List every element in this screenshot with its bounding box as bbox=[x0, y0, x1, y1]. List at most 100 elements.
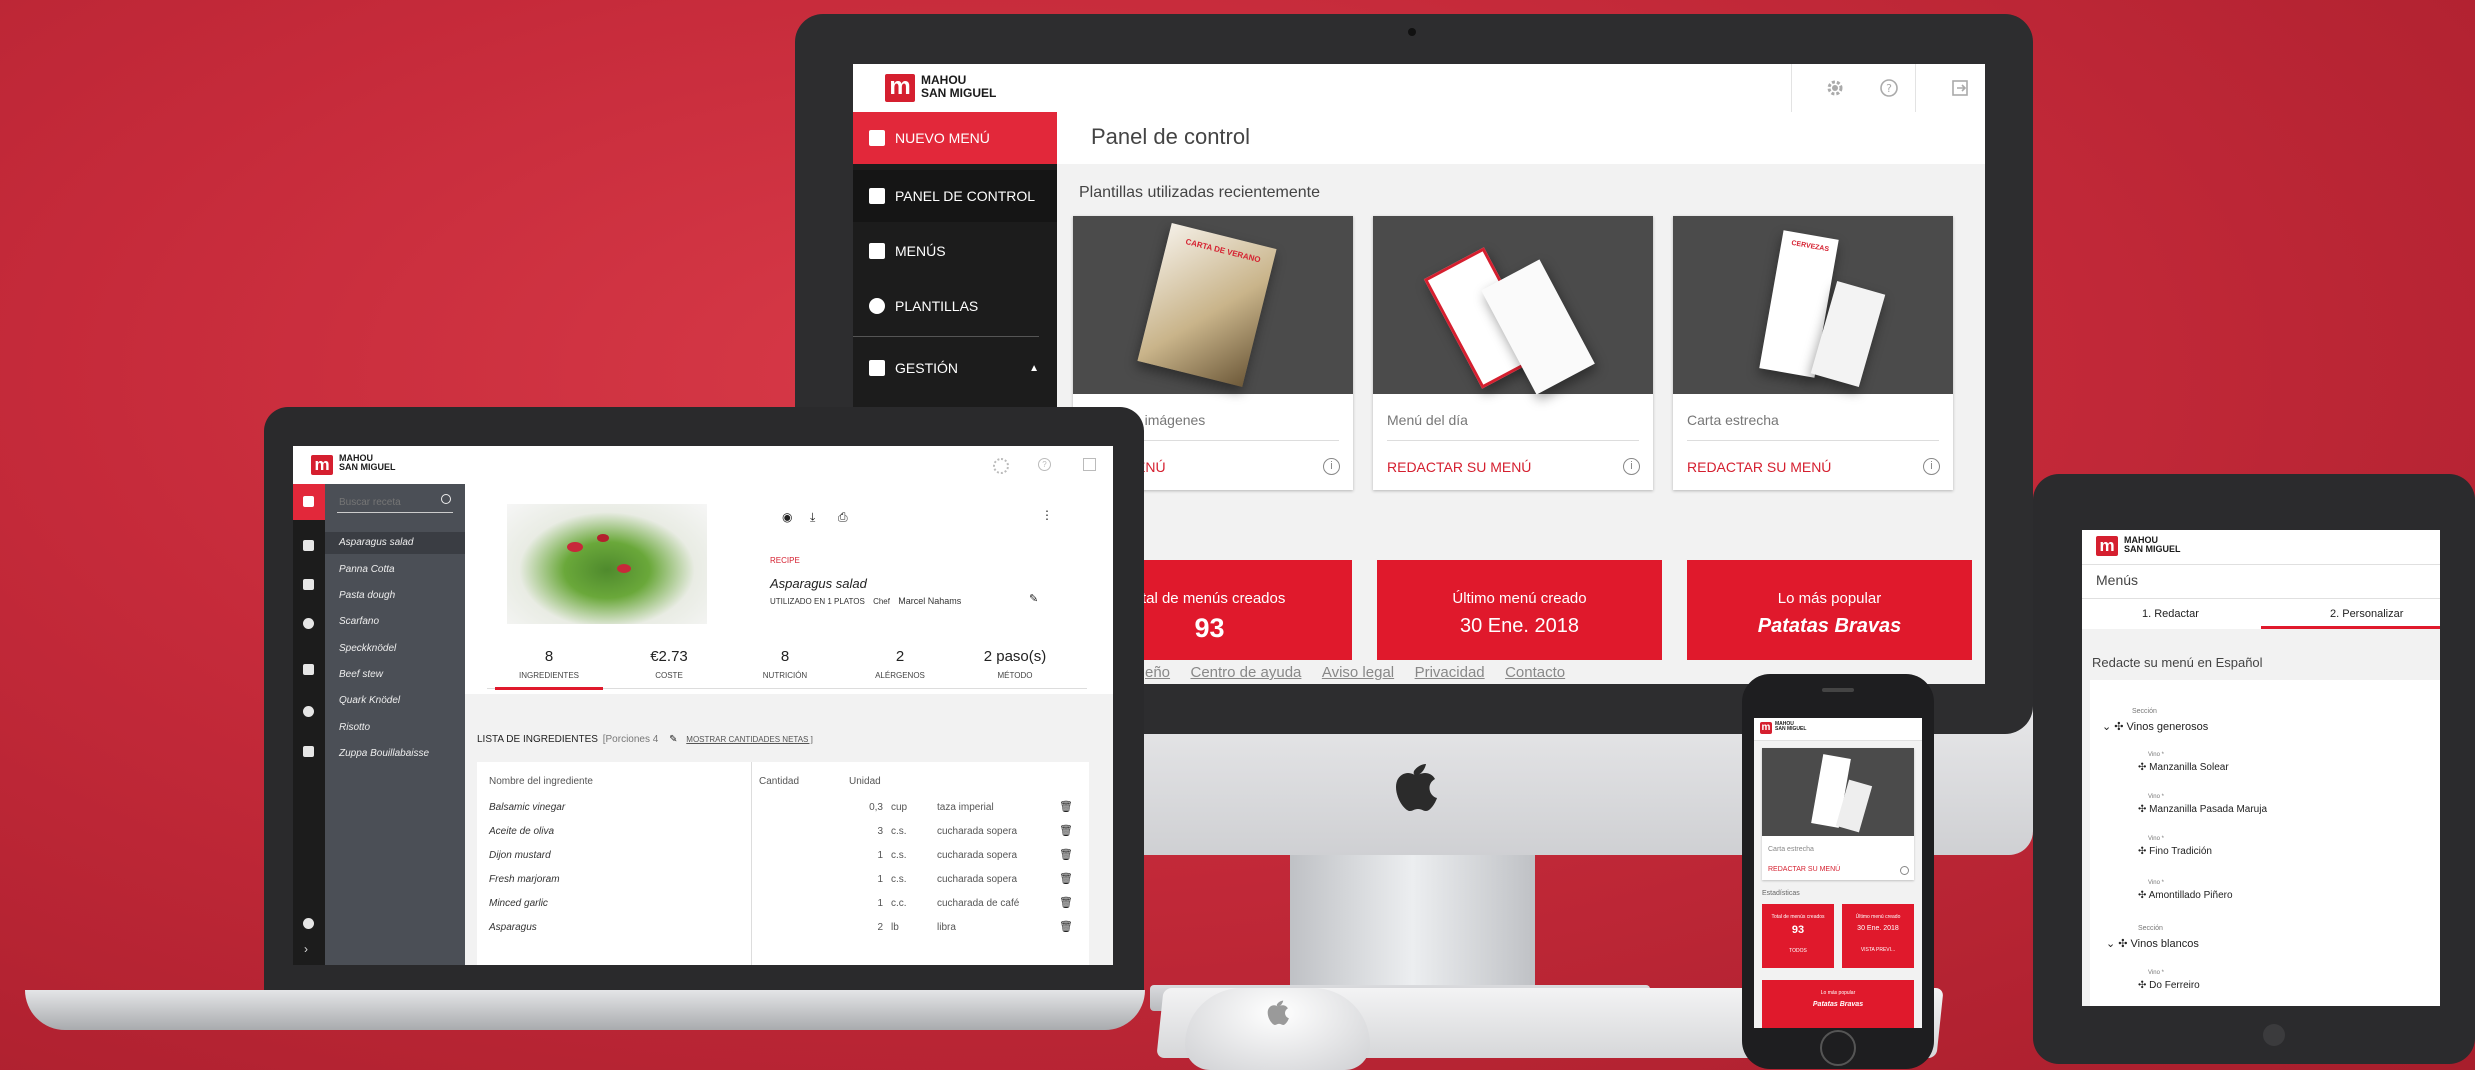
ingredient-qty[interactable]: 1 bbox=[843, 850, 883, 861]
ingredient-qty[interactable]: 0,3 bbox=[843, 802, 883, 813]
delete-trash-icon[interactable]: 🗑 bbox=[1059, 824, 1073, 837]
recipe-list-item[interactable]: Speckknödel bbox=[339, 643, 396, 654]
unit-select[interactable]: taza imperial bbox=[937, 802, 994, 813]
unit-select[interactable]: cucharada sopera bbox=[937, 826, 1017, 837]
drag-handle-icon[interactable]: ✣ bbox=[2138, 980, 2149, 991]
info-icon[interactable]: i bbox=[1923, 458, 1940, 475]
recipe-list-item[interactable]: Scarfano bbox=[339, 616, 379, 627]
edit-pencil-icon[interactable]: ✎ bbox=[1029, 592, 1038, 605]
unit-select[interactable]: libra bbox=[937, 922, 956, 933]
delete-trash-icon[interactable]: 🗑 bbox=[1059, 800, 1073, 813]
help-icon[interactable]: ? bbox=[1038, 458, 1051, 471]
logout-icon[interactable] bbox=[1083, 458, 1096, 471]
more-options-icon[interactable]: ⋮ bbox=[1041, 508, 1053, 522]
footer-link-contacto[interactable]: Contacto bbox=[1505, 664, 1565, 681]
sidebar-item-gestion[interactable]: GESTIÓN ▲ bbox=[853, 342, 1057, 394]
footer-link-ayuda[interactable]: Centro de ayuda bbox=[1190, 664, 1301, 681]
gear-icon[interactable] bbox=[1825, 78, 1845, 98]
step-redactar[interactable]: 1. Redactar bbox=[2142, 608, 2199, 620]
write-menu-link[interactable]: REDACTAR SU MENÚ bbox=[1387, 459, 1531, 475]
refresh-icon[interactable] bbox=[303, 706, 314, 717]
recipe-search-input[interactable] bbox=[337, 492, 453, 513]
info-icon[interactable] bbox=[1900, 866, 1909, 875]
wine-item[interactable]: ✣ Manzanilla Pasada Maruja bbox=[2138, 804, 2267, 815]
recipe-list-item[interactable]: Asparagus salad bbox=[339, 537, 414, 548]
logout-icon[interactable] bbox=[1950, 78, 1970, 98]
sidebar-item-nuevo-menu[interactable]: NUEVO MENÚ bbox=[853, 112, 1057, 164]
tab-metodo[interactable]: 2 paso(s) MÉTODO bbox=[961, 648, 1069, 680]
wine-item[interactable]: ✣ Fino Tradición bbox=[2138, 846, 2212, 857]
delete-trash-icon[interactable]: 🗑 bbox=[1059, 920, 1073, 933]
sidebar-item-panel-de-control[interactable]: PANEL DE CONTROL bbox=[853, 170, 1057, 222]
ingredient-name[interactable]: Minced garlic bbox=[489, 898, 548, 909]
view-icon[interactable]: ◉ bbox=[782, 510, 792, 524]
delete-trash-icon[interactable]: 🗑 bbox=[1059, 872, 1073, 885]
expand-chevron-icon[interactable]: › bbox=[304, 942, 308, 956]
recipe-list-item[interactable]: Quark Knödel bbox=[339, 695, 400, 706]
section-vinos-generosos[interactable]: ⌄ ✣ Vinos generosos bbox=[2102, 720, 2208, 733]
ingredient-qty[interactable]: 1 bbox=[843, 898, 883, 909]
recipe-list-item[interactable]: Risotto bbox=[339, 722, 370, 733]
info-icon[interactable]: i bbox=[1323, 458, 1340, 475]
tab-ingredientes[interactable]: 8 INGREDIENTES bbox=[495, 648, 603, 680]
section-vinos-blancos[interactable]: ⌄ ✣ Vinos blancos bbox=[2106, 937, 2199, 950]
template-card-menu-del-dia[interactable]: Menú del día REDACTAR SU MENÚ i bbox=[1373, 216, 1653, 490]
recipe-list-item[interactable]: Panna Cotta bbox=[339, 564, 395, 575]
preview-button[interactable]: VISTA PREVI... bbox=[1842, 947, 1914, 953]
write-menu-link[interactable]: REDACTAR SU MENÚ bbox=[1768, 866, 1840, 873]
delete-trash-icon[interactable]: 🗑 bbox=[1059, 848, 1073, 861]
ingredient-qty[interactable]: 1 bbox=[843, 874, 883, 885]
book-icon[interactable] bbox=[303, 579, 314, 590]
sidebar-item-plantillas[interactable]: PLANTILLAS bbox=[853, 280, 1057, 332]
compass-icon[interactable] bbox=[303, 918, 314, 929]
unit-select[interactable]: cucharada sopera bbox=[937, 874, 1017, 885]
all-menus-button[interactable]: TODOS bbox=[1762, 948, 1834, 954]
search-icon[interactable] bbox=[441, 494, 451, 504]
ingredient-name[interactable]: Aceite de oliva bbox=[489, 826, 554, 837]
show-net-quantities-link[interactable]: MOSTRAR CANTIDADES NETAS ] bbox=[686, 735, 813, 744]
collapse-chevron-icon[interactable]: ⌄ ✣ bbox=[2102, 721, 2127, 733]
wine-item[interactable]: ✣ Manzanilla Solear bbox=[2138, 762, 2229, 773]
chevron-up-icon[interactable]: ▲ bbox=[1029, 363, 1039, 374]
tab-coste[interactable]: €2.73 COSTE bbox=[615, 648, 723, 680]
tab-alergenos[interactable]: 2 ALÉRGENOS bbox=[846, 648, 954, 680]
dashboard-icon[interactable] bbox=[303, 540, 314, 551]
recipe-list-item[interactable]: Beef stew bbox=[339, 669, 383, 680]
palette-icon[interactable] bbox=[303, 618, 314, 629]
wine-item[interactable]: ✣ Amontillado Piñero bbox=[2138, 890, 2233, 901]
drag-handle-icon[interactable]: ✣ bbox=[2138, 846, 2149, 857]
phone-template-card[interactable]: Carta estrecha REDACTAR SU MENÚ bbox=[1762, 748, 1914, 880]
calculator-icon[interactable] bbox=[303, 746, 314, 757]
download-icon[interactable]: ⤓ bbox=[810, 510, 815, 525]
tab-nutricion[interactable]: 8 NUTRICIÓN bbox=[731, 648, 839, 680]
footer-link-privacidad[interactable]: Privacidad bbox=[1415, 664, 1485, 681]
ingredient-name[interactable]: Asparagus bbox=[489, 922, 537, 933]
write-menu-link[interactable]: REDACTAR SU MENÚ bbox=[1687, 459, 1831, 475]
drag-handle-icon[interactable]: ✣ bbox=[2138, 804, 2149, 815]
footer-link-diseno[interactable]: eño bbox=[1145, 664, 1170, 681]
recipe-list-item[interactable]: Zuppa Bouillabaisse bbox=[339, 748, 429, 759]
sidebar-item-menus[interactable]: MENÚS bbox=[853, 225, 1057, 277]
unit-select[interactable]: cucharada sopera bbox=[937, 850, 1017, 861]
wine-item[interactable]: ✣ Do Ferreiro bbox=[2138, 980, 2200, 991]
unit-select[interactable]: cucharada de café bbox=[937, 898, 1019, 909]
portions-edit-icon[interactable]: ✎ bbox=[669, 734, 677, 745]
template-card-carta-estrecha[interactable]: CERVEZAS Carta estrecha REDACTAR SU MENÚ… bbox=[1673, 216, 1953, 490]
collapse-chevron-icon[interactable]: ⌄ ✣ bbox=[2106, 938, 2131, 950]
drag-handle-icon[interactable]: ✣ bbox=[2138, 890, 2149, 901]
ingredient-name[interactable]: Balsamic vinegar bbox=[489, 802, 565, 813]
recipe-list-item[interactable]: Pasta dough bbox=[339, 590, 395, 601]
delete-trash-icon[interactable]: 🗑 bbox=[1059, 896, 1073, 909]
footer-link-aviso-legal[interactable]: Aviso legal bbox=[1322, 664, 1394, 681]
info-icon[interactable]: i bbox=[1623, 458, 1640, 475]
step-personalizar[interactable]: 2. Personalizar bbox=[2330, 608, 2403, 620]
ingredient-name[interactable]: Fresh marjoram bbox=[489, 874, 560, 885]
help-icon[interactable]: ? bbox=[1879, 78, 1899, 98]
ingredient-qty[interactable]: 3 bbox=[843, 826, 883, 837]
ingredient-qty[interactable]: 2 bbox=[843, 922, 883, 933]
gear-icon[interactable] bbox=[993, 458, 1009, 474]
drag-handle-icon[interactable]: ✣ bbox=[2138, 762, 2149, 773]
ingredient-name[interactable]: Dijon mustard bbox=[489, 850, 551, 861]
print-icon[interactable]: ⎙ bbox=[838, 510, 848, 525]
clipboard-icon[interactable] bbox=[303, 664, 314, 675]
